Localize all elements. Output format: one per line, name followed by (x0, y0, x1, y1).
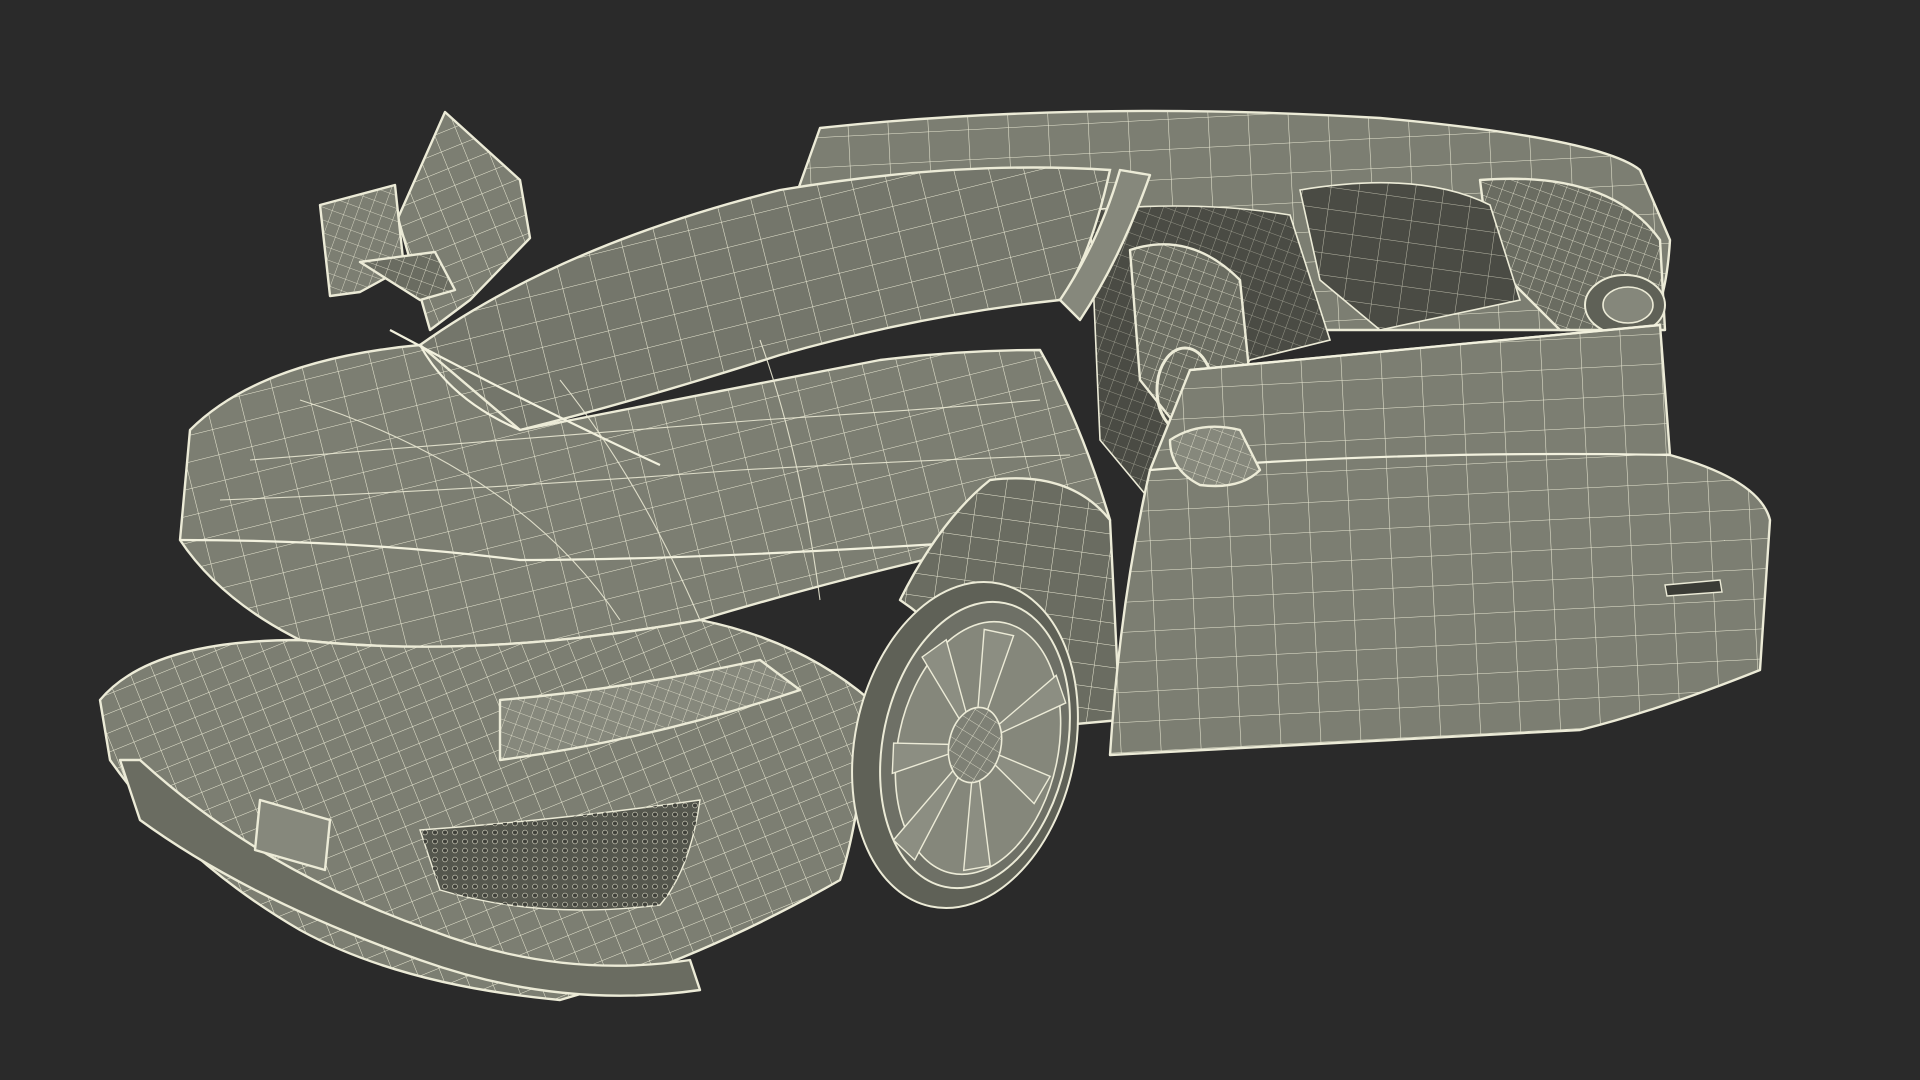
car-render (98, 109, 1772, 1002)
right-door (1108, 323, 1772, 757)
render-viewport (0, 0, 1920, 1080)
